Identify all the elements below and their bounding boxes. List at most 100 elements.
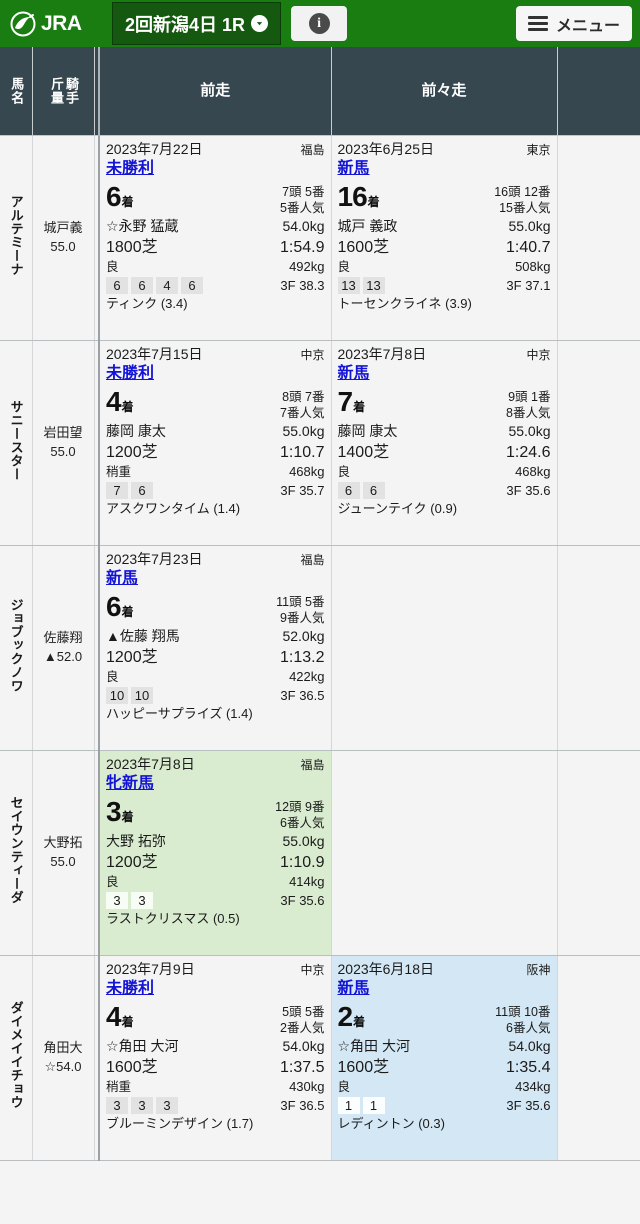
finish-and-field-row: 7 着 9頭 1番 8番人気 — [338, 387, 551, 422]
finish-position-number: 4 — [106, 1000, 122, 1032]
race-date: 2023年7月22日 — [106, 140, 203, 157]
field-info: 16頭 12番 15番人気 — [494, 184, 550, 217]
race-detail-block[interactable]: 2023年6月25日 東京 新馬 16 着 16頭 12番 15番人気 城戸 義政 55.0kg… — [332, 136, 557, 340]
race-detail-block[interactable]: 2023年7月8日 福島 牝新馬 3 着 12頭 9番 6番人気 大野 拓弥 55.0kg 120… — [100, 750, 331, 955]
rival-horse-and-margin: ラストクリスマス (0.5) — [106, 910, 240, 926]
race-date: 2023年7月23日 — [106, 550, 203, 567]
popularity: 6番人気 — [280, 816, 325, 831]
track-condition: 良 — [106, 875, 119, 890]
horse-name-cell[interactable]: ダイメイイチョウ — [0, 955, 33, 1161]
finish-position: 4着 — [106, 387, 134, 416]
jockey-name-short: 角田大 — [43, 1040, 83, 1056]
field-size-and-gate: 9頭 1番 — [508, 389, 551, 404]
race-selector-label: 2回新潟4日 1R — [125, 14, 246, 35]
rival-horse-and-margin: ジューンテイク (0.9) — [337, 500, 458, 516]
race-carried-weight: 54.0kg — [282, 218, 325, 235]
jockey-name-short: 城戸義 — [43, 220, 83, 236]
race-date: 2023年7月9日 — [106, 960, 195, 977]
race-detail-block[interactable]: 2023年7月22日 福島 未勝利 6 着 7頭 5番 5番人気 ☆永野 猛蔵 54.0kg 18… — [100, 136, 331, 340]
race-cell[interactable]: 2023年7月8日 福島 牝新馬 3 着 12頭 9番 6番人気 大野 拓弥 55.0kg 120… — [99, 750, 332, 956]
finish-position-suffix: 着 — [121, 809, 134, 824]
table-row: サニースター 岩田望 55.0 2023年7月15日 中京 未勝利 4 着 8頭 7番 7番人気藤… — [0, 340, 640, 546]
horse-name: アルテミーナ — [8, 194, 24, 276]
race-jockey: 藤岡 康太 — [106, 423, 166, 440]
race-cell[interactable]: 2023年7月9日 中京 未勝利 4 着 5頭 5番 2番人気 ☆角田 大河 54.0kg 160… — [99, 955, 332, 1161]
race-date: 2023年6月25日 — [337, 140, 435, 157]
jockey-weight-row: ☆角田 大河 54.0kg — [106, 1036, 325, 1056]
jockey-weight-cell[interactable]: 大野拓 55.0 — [32, 750, 95, 956]
corner-positions: 66 — [337, 481, 385, 499]
race-cell-empty — [331, 545, 558, 751]
race-class-link[interactable]: 新馬 — [338, 363, 370, 385]
extra-cell — [557, 545, 640, 751]
last-3f-time: 3F 38.3 — [280, 277, 325, 293]
jockey-assigned-weight: 55.0 — [50, 853, 76, 869]
jockey-weight-cell[interactable]: 佐藤翔 ▲52.0 — [32, 545, 95, 751]
race-cell[interactable]: 2023年7月22日 福島 未勝利 6 着 7頭 5番 5番人気 ☆永野 猛蔵 54.0kg 18… — [99, 135, 332, 341]
finish-position-number: 6 — [106, 180, 122, 212]
race-cell[interactable]: 2023年7月8日 中京 新馬 7 着 9頭 1番 8番人気 藤岡 康太 55.0kg 1400芝… — [331, 340, 558, 546]
horse-name-cell[interactable]: アルテミーナ — [0, 135, 33, 341]
race-date-course-row: 2023年7月9日 中京 — [106, 960, 325, 979]
race-cell[interactable]: 2023年7月23日 福島 新馬 6 着 11頭 5番 9番人気 ▲佐藤 翔馬 52.0kg 12… — [99, 545, 332, 751]
race-course: 福島 — [300, 143, 325, 158]
info-button[interactable]: i — [291, 6, 348, 41]
race-date-course-row: 2023年7月8日 中京 — [338, 345, 551, 364]
jockey-name-short: 佐藤翔 — [43, 630, 83, 646]
race-date-course-row: 2023年7月8日 福島 — [106, 755, 325, 774]
jockey-weight-cell[interactable]: 角田大 ☆54.0 — [32, 955, 95, 1161]
finish-position-suffix: 着 — [121, 604, 134, 619]
finish-position: 6着 — [106, 180, 134, 212]
jockey-assigned-weight: ☆54.0 — [44, 1058, 82, 1074]
table-row: セイウンティーダ 大野拓 55.0 2023年7月8日 福島 牝新馬 3 着 12頭 9番 6番人… — [0, 750, 640, 956]
jockey-weight-cell[interactable]: 城戸義 55.0 — [32, 135, 95, 341]
finish-position: 4着 — [106, 1000, 134, 1032]
track-condition: 良 — [337, 1080, 351, 1095]
race-date: 2023年7月15日 — [106, 345, 203, 362]
race-date-course-row: 2023年7月23日 福島 — [106, 550, 325, 569]
horse-name-cell[interactable]: ジョブックノワ — [0, 545, 33, 751]
last-3f-time: 3F 35.7 — [280, 482, 325, 498]
race-cell[interactable]: 2023年6月25日 東京 新馬 16 着 16頭 12番 15番人気 城戸 義政 55.0kg… — [331, 135, 558, 341]
jockey-weight-cell[interactable]: 岩田望 55.0 — [32, 340, 95, 546]
corner-positions: 333 — [106, 1096, 178, 1114]
race-carried-weight: 55.0kg — [508, 218, 551, 235]
race-class-link[interactable]: 新馬 — [338, 978, 370, 1000]
rival-horse-and-margin: アスクワンタイム (1.4) — [106, 500, 241, 516]
race-jockey: ☆永野 猛蔵 — [106, 218, 179, 235]
race-cell[interactable]: 2023年6月18日 阪神 新馬 2 着 11頭 10番 6番人気 ☆角田 大河 54.0kg 1… — [331, 955, 558, 1161]
corners-last3f-row: 7 6 3F 35.7 — [106, 481, 325, 499]
horse-body-weight: 468kg — [289, 464, 325, 480]
jockey-weight-row: 藤岡 康太 55.0kg — [106, 421, 325, 441]
race-class-link[interactable]: 新馬 — [106, 568, 138, 590]
menu-button[interactable]: メニュー — [515, 6, 632, 41]
race-detail-block[interactable]: 2023年7月8日 中京 新馬 7 着 9頭 1番 8番人気 藤岡 康太 55.0kg 1400芝… — [332, 341, 557, 545]
race-detail-block[interactable]: 2023年7月15日 中京 未勝利 4 着 8頭 7番 7番人気 藤岡 康太 55.0kg 120… — [100, 341, 331, 545]
race-class-link[interactable]: 未勝利 — [106, 978, 154, 1000]
distance-time-row: 1600芝 1:35.4 — [338, 1057, 551, 1079]
race-course: 福島 — [300, 553, 325, 568]
jra-logo[interactable]: JRA — [0, 0, 112, 47]
horse-name: ダイメイイチョウ — [8, 1001, 24, 1109]
finish-position: 7着 — [338, 387, 366, 416]
race-course: 東京 — [526, 143, 551, 158]
race-detail-block[interactable]: 2023年7月23日 福島 新馬 6 着 11頭 5番 9番人気 ▲佐藤 翔馬 52.0kg 12… — [100, 546, 331, 750]
race-class-link[interactable]: 未勝利 — [106, 158, 154, 180]
race-class-link[interactable]: 牝新馬 — [106, 773, 154, 795]
race-detail-block[interactable]: 2023年7月9日 中京 未勝利 4 着 5頭 5番 2番人気 ☆角田 大河 54.0kg 160… — [100, 956, 331, 1160]
finish-and-field-row: 6 着 11頭 5番 9番人気 — [106, 592, 325, 627]
horse-name-cell[interactable]: サニースター — [0, 340, 33, 546]
race-date-course-row: 2023年6月18日 阪神 — [338, 960, 551, 979]
horse-name-cell[interactable]: セイウンティーダ — [0, 750, 33, 956]
race-detail-block[interactable]: 2023年6月18日 阪神 新馬 2 着 11頭 10番 6番人気 ☆角田 大河 54.0kg 1… — [331, 955, 557, 1160]
race-selector-button[interactable]: 2回新潟4日 1R — [112, 2, 282, 45]
race-class-link[interactable]: 未勝利 — [106, 363, 154, 385]
race-distance-surface: 1400芝 — [337, 443, 390, 461]
race-class-link[interactable]: 新馬 — [338, 158, 370, 180]
race-date-course-row: 2023年7月15日 中京 — [106, 345, 325, 364]
corner-position: 3 — [156, 1096, 178, 1114]
race-jockey: ▲佐藤 翔馬 — [106, 628, 180, 645]
corner-position: 6 — [337, 481, 360, 499]
distance-time-row: 1200芝 1:13.2 — [106, 647, 325, 669]
race-cell[interactable]: 2023年7月15日 中京 未勝利 4 着 8頭 7番 7番人気 藤岡 康太 55.0kg 120… — [99, 340, 332, 546]
